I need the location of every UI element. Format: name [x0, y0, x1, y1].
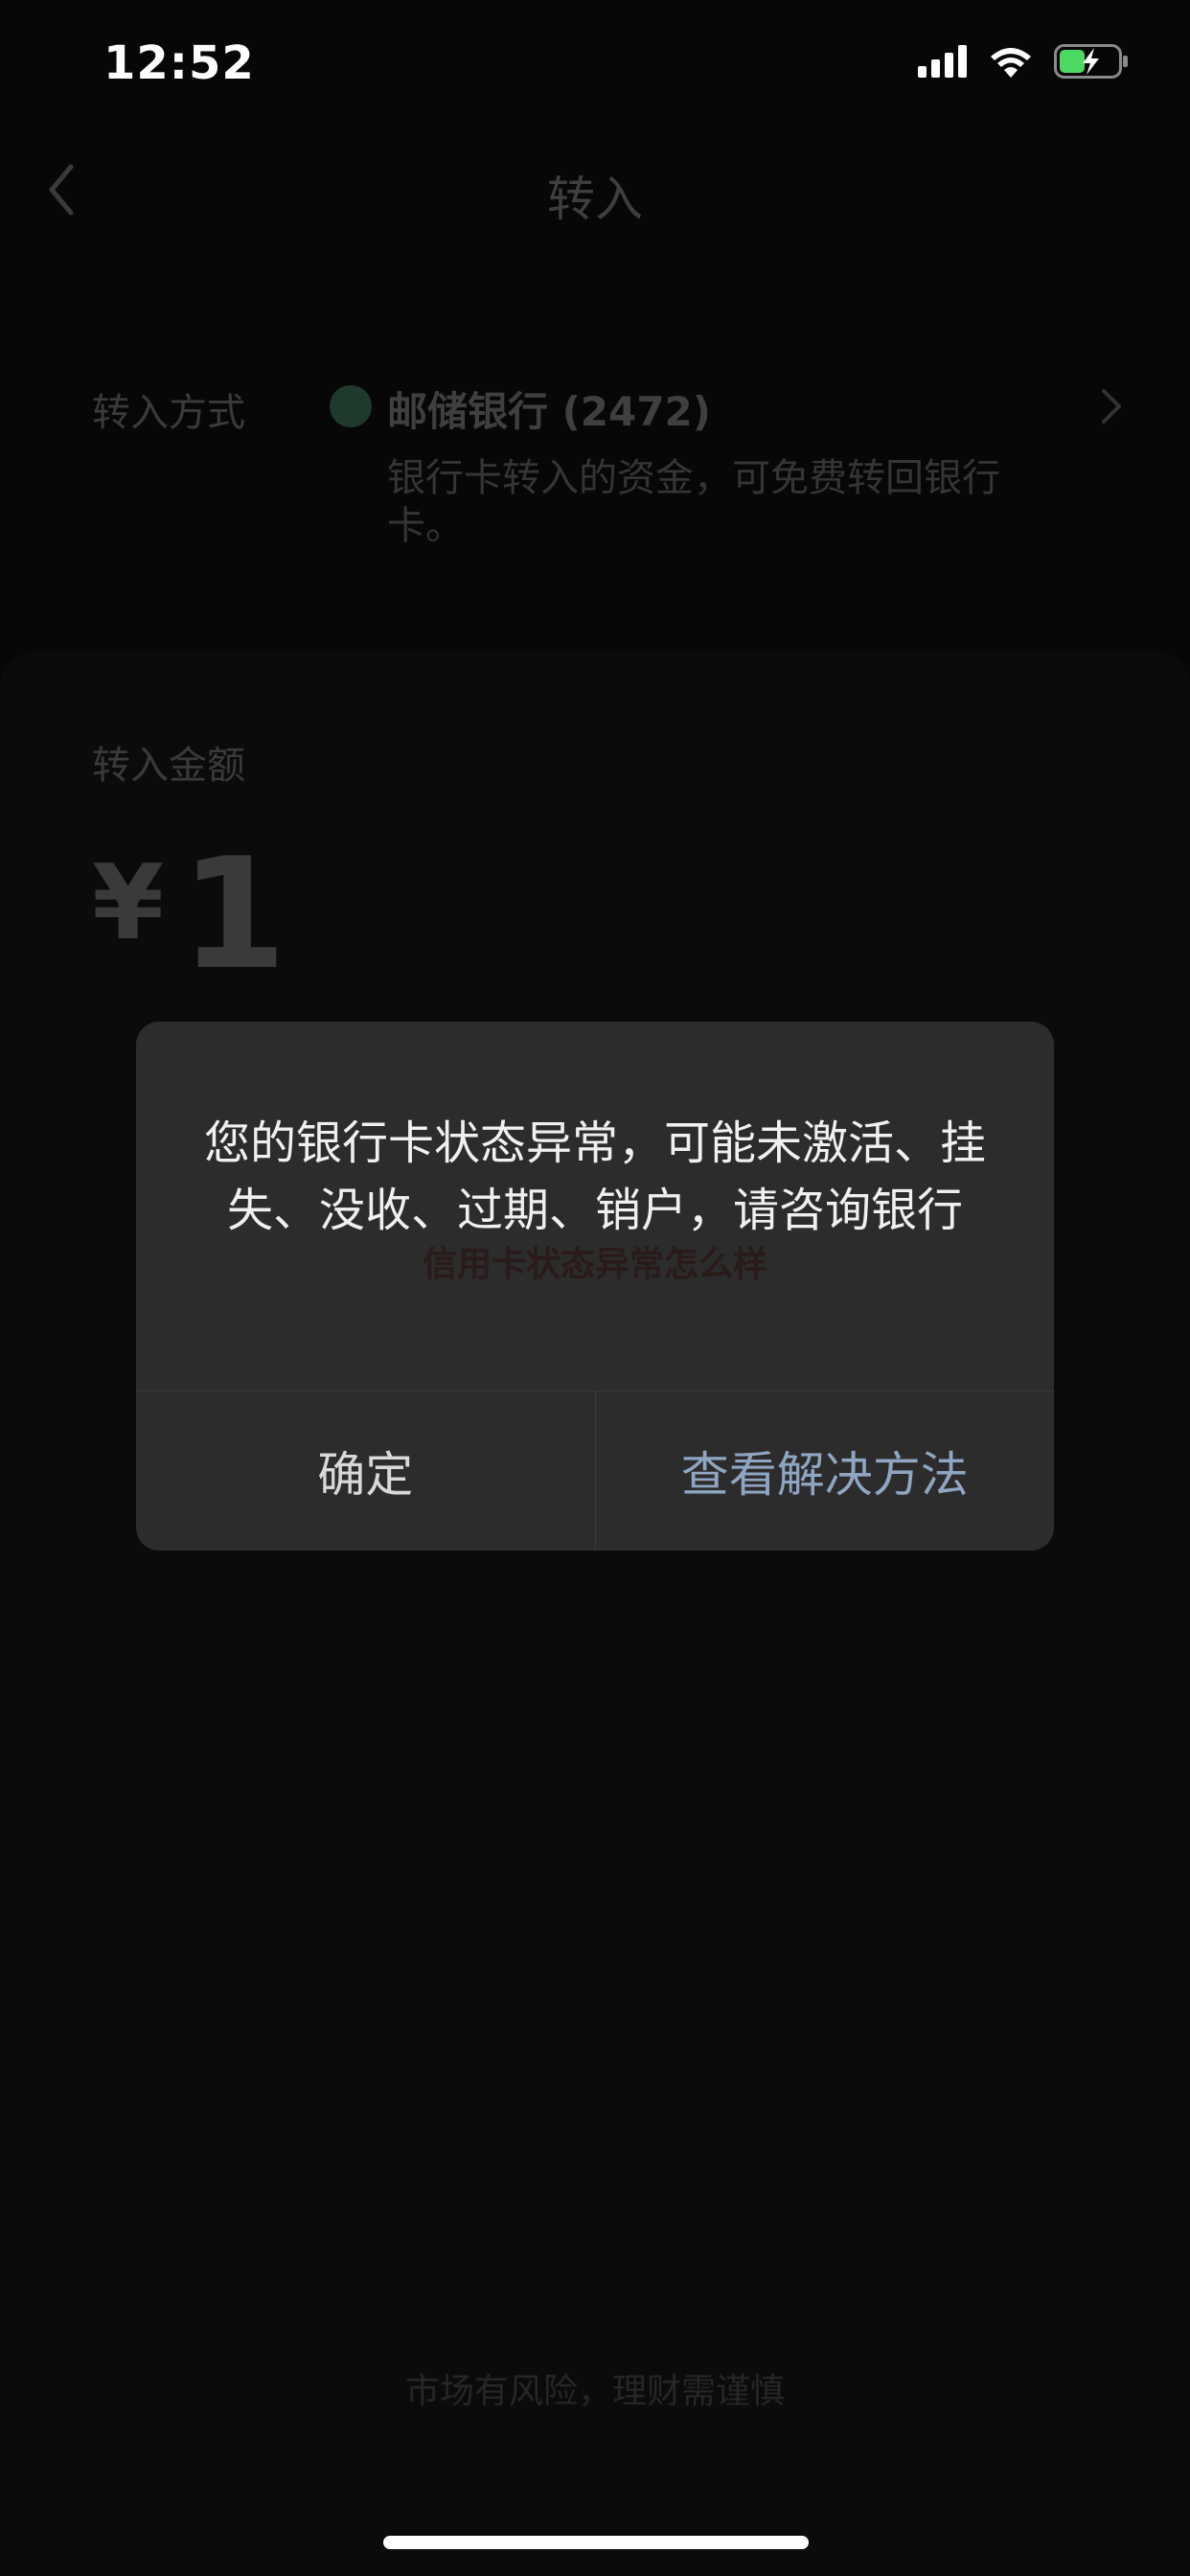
amount-label: 转入金额 — [92, 744, 245, 788]
amount-card — [0, 652, 1190, 2576]
status-icons — [918, 44, 1129, 79]
dialog-actions: 确定 查看解决方法 — [136, 1391, 1054, 1551]
wifi-icon — [991, 48, 1031, 78]
battery-charging-icon — [1054, 44, 1128, 79]
status-time: 12:52 — [103, 36, 255, 90]
view-solution-button[interactable]: 查看解决方法 — [596, 1392, 1055, 1551]
screen: 12:52 转入 转入方式 邮储银行 (2472) 银行卡转入的资金，可免费转回… — [0, 0, 1190, 2576]
watermark-text: 信用卡状态异常怎么样 — [422, 1245, 767, 1284]
page-title: 转入 — [547, 172, 643, 227]
alert-dialog: 您的银行卡状态异常，可能未激活、挂失、没收、过期、销户，请咨询银行 确定 查看解… — [136, 1022, 1054, 1551]
risk-disclaimer: 市场有风险，理财需谨慎 — [404, 2372, 785, 2411]
chevron-right-icon[interactable] — [1100, 387, 1123, 426]
postal-bank-logo-icon — [330, 385, 372, 427]
dialog-message: 您的银行卡状态异常，可能未激活、挂失、没收、过期、销户，请咨询银行 — [203, 1116, 986, 1237]
home-indicator[interactable] — [383, 2536, 809, 2549]
confirm-button[interactable]: 确定 — [136, 1392, 596, 1551]
bank-name[interactable]: 邮储银行 (2472) — [387, 380, 711, 438]
transfer-method-label: 转入方式 — [92, 391, 245, 435]
signal-icon — [918, 45, 967, 78]
currency-symbol: ¥ — [92, 843, 165, 963]
bank-description: 银行卡转入的资金，可免费转回银行卡。 — [387, 456, 1000, 548]
amount-input[interactable]: 1 — [180, 824, 286, 1003]
